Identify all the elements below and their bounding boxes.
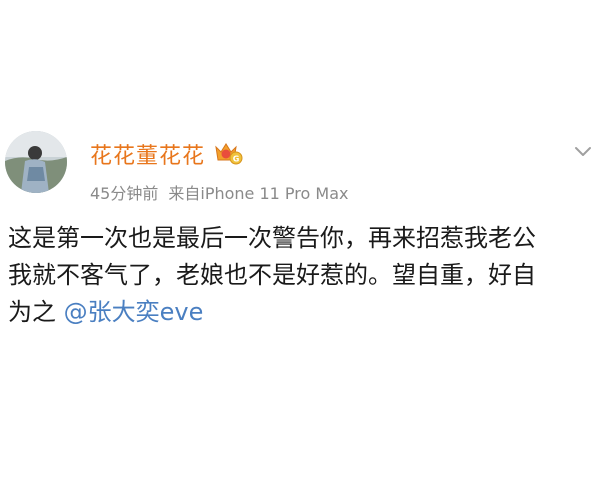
author-name[interactable]: 花花董花花 <box>90 138 205 170</box>
mention-link[interactable]: @张大奕eve <box>64 298 204 326</box>
avatar-image <box>5 131 67 193</box>
post-source-prefix: 来自 <box>168 184 201 203</box>
post-body-line: 我就不客气了，老娘也不是好惹的。望自重，好自 <box>8 261 536 289</box>
post-source-device[interactable]: iPhone 11 Pro Max <box>200 184 348 203</box>
post-body-line-last: 为之 @张大奕eve <box>8 294 592 331</box>
post-time: 45分钟前 <box>90 184 159 203</box>
avatar[interactable] <box>5 131 67 193</box>
vip-badge-icon[interactable]: G <box>213 140 243 166</box>
svg-text:G: G <box>233 155 240 164</box>
chevron-down-icon[interactable] <box>572 140 594 162</box>
post-body-line: 这是第一次也是最后一次警告你，再来招惹我老公 <box>8 224 536 252</box>
post-body-line: 为之 <box>8 298 64 326</box>
post-meta: 45分钟前 来自iPhone 11 Pro Max <box>90 180 348 204</box>
post-body: 这是第一次也是最后一次警告你，再来招惹我老公 我就不客气了，老娘也不是好惹的。望… <box>8 220 592 331</box>
